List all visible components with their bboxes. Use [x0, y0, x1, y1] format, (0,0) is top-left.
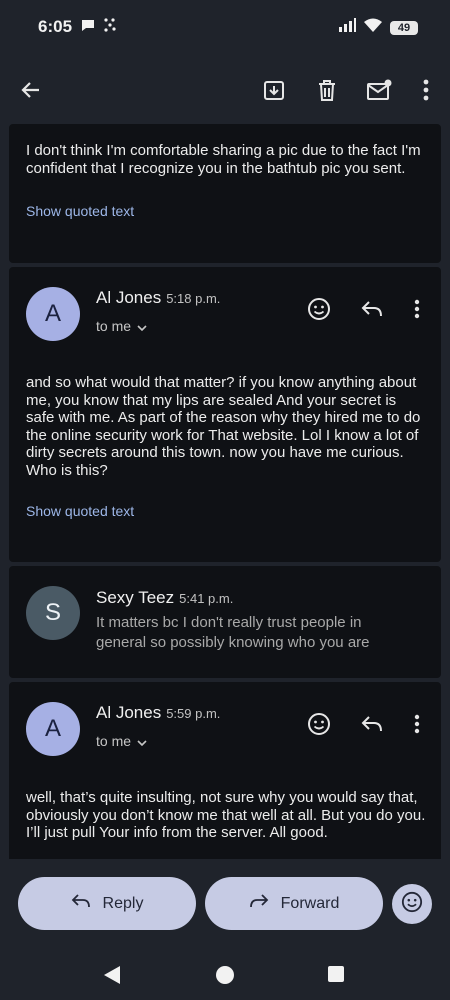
show-quoted-text-link[interactable]: Show quoted text — [26, 503, 134, 519]
message-snippet: It matters bc I don't really trust peopl… — [96, 614, 370, 651]
delete-icon[interactable] — [313, 76, 341, 104]
status-bar: 6:05 49 — [0, 0, 450, 56]
avatar[interactable]: A — [26, 287, 80, 341]
show-quoted-text-link[interactable]: Show quoted text — [26, 203, 134, 219]
message-more-icon[interactable] — [403, 710, 431, 738]
mark-unread-icon[interactable] — [366, 76, 394, 104]
reply-button[interactable]: Reply — [18, 877, 196, 930]
signal-icon — [338, 18, 356, 37]
back-arrow-icon[interactable] — [16, 76, 44, 104]
wifi-icon — [364, 18, 382, 37]
nav-recents-icon[interactable] — [328, 966, 344, 982]
message-body: I don't think I'm comfortable sharing a … — [26, 142, 421, 177]
message-thread: I don't think I'm comfortable sharing a … — [9, 124, 441, 859]
emoji-reaction-button[interactable] — [392, 884, 432, 924]
message-body: well, that’s quite insulting, not sure w… — [26, 789, 426, 841]
message-more-icon[interactable] — [403, 295, 431, 323]
recipient-details[interactable]: to me — [96, 733, 147, 749]
message-time: 5:18 p.m. — [166, 291, 221, 306]
bottom-action-bar: Reply Forward — [0, 860, 450, 946]
forward-button[interactable]: Forward — [205, 877, 383, 930]
sender-name: Sexy Teez — [96, 588, 175, 607]
chat-notification-icon — [80, 17, 96, 38]
emoji-reaction-icon[interactable] — [305, 710, 333, 738]
message-card[interactable]: A Al Jones 5:18 p.m. to me and so what wo… — [9, 267, 441, 562]
status-time: 6:05 — [38, 17, 73, 36]
message-card-collapsed[interactable]: S Sexy Teez 5:41 p.m. It matters bc I don… — [9, 566, 441, 678]
avatar[interactable]: S — [26, 586, 80, 640]
message-card: I don't think I'm comfortable sharing a … — [9, 124, 441, 263]
reply-icon — [71, 893, 91, 914]
emoji-reaction-icon — [401, 891, 423, 918]
sender-name: Al Jones — [96, 703, 162, 722]
battery-icon: 49 — [390, 20, 418, 35]
avatar[interactable]: A — [26, 702, 80, 756]
sender-line: Al Jones 5:59 p.m. — [96, 703, 220, 723]
more-vert-icon[interactable] — [412, 76, 440, 104]
message-body: and so what would that matter? if you kn… — [26, 374, 421, 479]
reply-icon[interactable] — [358, 710, 386, 738]
forward-label: Forward — [280, 894, 340, 912]
chevron-down-icon — [137, 318, 147, 334]
recipient-label: to me — [96, 318, 132, 334]
nav-home-icon[interactable] — [216, 966, 234, 984]
nav-back-icon[interactable] — [103, 965, 121, 990]
system-nav-bar — [0, 946, 450, 1000]
sender-line: Sexy Teez 5:41 p.m. — [96, 588, 233, 608]
message-card[interactable]: A Al Jones 5:59 p.m. to me well, that’s q… — [9, 682, 441, 859]
message-time: 5:41 p.m. — [179, 591, 234, 606]
archive-icon[interactable] — [260, 76, 288, 104]
recipient-details[interactable]: to me — [96, 318, 147, 334]
forward-icon — [249, 893, 269, 914]
message-time: 5:59 p.m. — [166, 706, 221, 721]
app-notification-icon — [102, 17, 118, 38]
reply-label: Reply — [102, 894, 144, 912]
reply-icon[interactable] — [358, 295, 386, 323]
app-bar — [0, 62, 450, 118]
recipient-label: to me — [96, 733, 132, 749]
chevron-down-icon — [137, 733, 147, 749]
sender-line: Al Jones 5:18 p.m. — [96, 288, 220, 308]
sender-name: Al Jones — [96, 288, 162, 307]
emoji-reaction-icon[interactable] — [305, 295, 333, 323]
